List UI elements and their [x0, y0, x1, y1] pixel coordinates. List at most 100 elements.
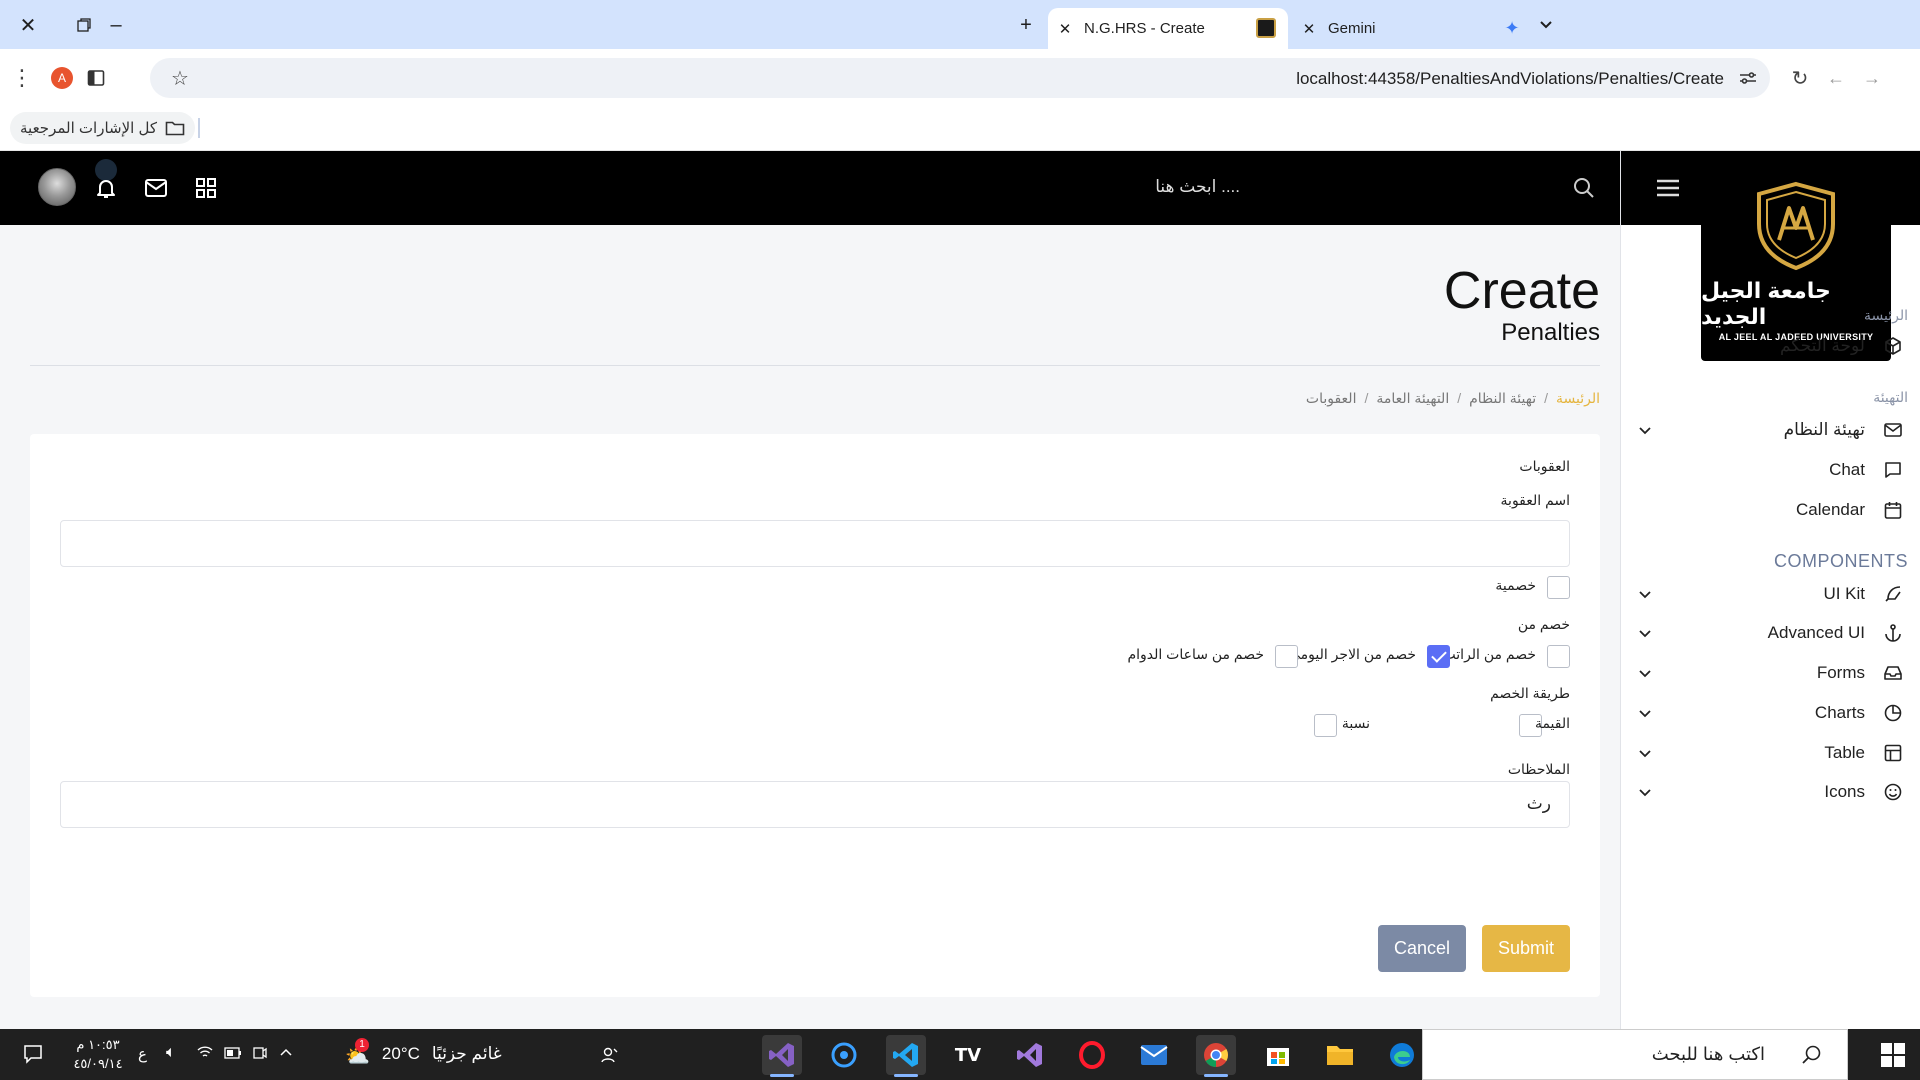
sidebar-item-label: Icons — [1824, 782, 1865, 801]
deduct-hours-checkbox[interactable] — [1275, 645, 1298, 668]
chevron-down-icon[interactable] — [1635, 663, 1655, 683]
notes-input[interactable]: رث — [60, 781, 1570, 828]
windows-start-icon[interactable] — [1880, 1042, 1906, 1073]
table-icon — [1884, 744, 1902, 762]
deduct-daily-wage-checkbox[interactable] — [1427, 645, 1450, 668]
sidebar-item-forms[interactable]: Forms — [1621, 653, 1920, 693]
side-panel-icon[interactable] — [80, 62, 112, 94]
opera-icon[interactable] — [1072, 1035, 1112, 1075]
hamburger-menu-icon[interactable] — [1651, 171, 1685, 205]
breadcrumb-home-link[interactable]: الرئيسة — [1556, 390, 1600, 407]
address-bar[interactable]: ☆ localhost:44358/PenaltiesAndViolations… — [150, 58, 1770, 98]
tradingview-icon[interactable]: TV — [948, 1035, 988, 1075]
penalty-name-input[interactable] — [60, 520, 1570, 567]
profile-initial: A — [51, 67, 73, 89]
tab-search-chevron-icon[interactable] — [1530, 9, 1562, 41]
back-arrow-icon[interactable]: ← — [1820, 62, 1852, 94]
weather-text: غائم جزئيًا — [431, 1044, 502, 1063]
university-favicon-icon — [1256, 18, 1276, 38]
weather-temp: 20°C — [381, 1044, 420, 1063]
chevron-down-icon[interactable] — [1635, 703, 1655, 723]
notifications-icon[interactable] — [22, 1043, 44, 1070]
sidebar-item-advanced-ui[interactable]: Advanced UI — [1621, 613, 1920, 653]
weather-widget[interactable]: ⛅ 1 20°C غائم جزئيًا — [345, 1038, 502, 1069]
meet-now-icon[interactable] — [252, 1045, 268, 1066]
search-icon[interactable] — [1568, 172, 1600, 204]
tab-ngh-create[interactable]: ✕ N.G.HRS - Create — [1048, 8, 1288, 49]
discount-checkbox-label: خصمية — [1495, 577, 1536, 593]
tab-close-icon[interactable]: ✕ — [1298, 20, 1320, 38]
form-card: العقوبات اسم العقوبة خصمية خصم من خصم من… — [30, 434, 1600, 997]
cancel-button[interactable]: Cancel — [1378, 925, 1466, 972]
tab-close-icon[interactable]: ✕ — [1054, 20, 1076, 38]
search-icon — [1802, 1045, 1821, 1064]
tab-gemini[interactable]: ✕ Gemini ✦ — [1292, 8, 1532, 49]
breadcrumb-link[interactable]: تهيئة النظام — [1469, 390, 1536, 407]
header-search-input[interactable]: ابحث هنا .... — [1155, 177, 1240, 197]
people-icon[interactable] — [590, 1035, 630, 1075]
crest-icon — [1757, 181, 1835, 271]
sidebar-section-components: COMPONENTS — [1773, 551, 1908, 571]
mail-icon[interactable] — [140, 172, 172, 204]
breadcrumb-link[interactable]: التهيئة العامة — [1376, 390, 1449, 407]
chevron-down-icon[interactable] — [1635, 584, 1655, 604]
menu-dots-icon[interactable]: ⋮ — [6, 62, 38, 94]
sidebar-item-icons[interactable]: Icons — [1621, 772, 1920, 812]
deduct-method-label: طريقة الخصم — [1490, 685, 1570, 701]
chevron-down-icon[interactable] — [1635, 623, 1655, 643]
file-explorer-icon[interactable] — [1320, 1035, 1360, 1075]
taskbar-search-placeholder: اكتب هنا للبحث — [1651, 1044, 1765, 1064]
visual-studio-2-icon[interactable] — [1010, 1035, 1050, 1075]
bookmark-star-icon[interactable]: ☆ — [164, 62, 196, 94]
language-indicator[interactable]: ع — [138, 1045, 147, 1063]
breadcrumb: الرئيسة / تهيئة النظام / التهيئة العامة … — [1306, 390, 1600, 407]
new-tab-icon[interactable]: + — [1010, 9, 1042, 41]
app-gear-icon[interactable] — [824, 1035, 864, 1075]
submit-button[interactable]: Submit — [1482, 925, 1570, 972]
chevron-down-icon[interactable] — [1635, 420, 1655, 440]
mail-app-icon[interactable] — [1134, 1035, 1174, 1075]
sidebar-item-table[interactable]: Table — [1621, 733, 1920, 773]
close-window-icon[interactable]: ✕ — [12, 9, 44, 41]
reload-icon[interactable]: ↻ — [1784, 62, 1816, 94]
restore-window-icon[interactable] — [68, 9, 100, 41]
sidebar-item-ui-kit[interactable]: UI Kit — [1621, 574, 1920, 614]
visual-studio-icon[interactable] — [762, 1035, 802, 1077]
bookmarks-divider — [198, 118, 200, 138]
chevron-down-icon[interactable] — [1635, 782, 1655, 802]
taskbar-search-input[interactable]: اكتب هنا للبحث — [1422, 1029, 1848, 1080]
wifi-icon[interactable] — [196, 1044, 214, 1065]
divider — [30, 365, 1600, 366]
sidebar-item-chat[interactable]: Chat — [1621, 450, 1920, 490]
taskbar: ١٠:٥٣ م ٤٥/٠٩/١٤ ع 🔈︎ ⛅ 1 20°C غائم جزئيً… — [0, 1029, 1920, 1080]
sidebar-item-system-setup[interactable]: تهيئة النظام — [1621, 410, 1920, 450]
sidebar-item-label: Chat — [1829, 460, 1865, 479]
site-settings-icon[interactable] — [1732, 62, 1764, 94]
chevron-down-icon[interactable] — [1635, 743, 1655, 763]
battery-icon[interactable] — [224, 1046, 242, 1064]
discount-checkbox[interactable] — [1547, 576, 1570, 599]
feather-icon — [1885, 586, 1901, 602]
chevron-up-icon[interactable] — [278, 1044, 294, 1065]
volume-icon[interactable]: 🔈︎ — [166, 1044, 176, 1062]
sidebar-item-charts[interactable]: Charts — [1621, 693, 1920, 733]
store-icon[interactable] — [1258, 1035, 1298, 1075]
profile-avatar[interactable]: A — [46, 62, 78, 94]
user-avatar[interactable] — [38, 168, 76, 206]
method-percent-label: نسبة — [1341, 715, 1370, 731]
all-bookmarks-button[interactable]: كل الإشارات المرجعية — [10, 112, 195, 144]
system-clock[interactable]: ١٠:٥٣ م ٤٥/٠٩/١٤ — [68, 1035, 128, 1073]
minimize-window-icon[interactable]: – — [100, 9, 132, 41]
sidebar-item-dashboard[interactable]: لوحة التحكم — [1621, 326, 1920, 366]
vs-code-icon[interactable] — [886, 1035, 926, 1077]
bell-icon[interactable] — [90, 172, 122, 204]
forward-arrow-icon[interactable]: → — [1856, 62, 1888, 94]
chrome-icon[interactable] — [1196, 1035, 1236, 1077]
deduct-salary-checkbox[interactable] — [1547, 645, 1570, 668]
apps-grid-icon[interactable] — [190, 172, 222, 204]
method-percent-checkbox[interactable] — [1314, 714, 1337, 737]
sidebar-item-calendar[interactable]: Calendar — [1621, 490, 1920, 530]
calendar-icon — [1884, 502, 1902, 519]
folder-icon — [165, 121, 185, 136]
edge-icon[interactable] — [1382, 1035, 1422, 1075]
